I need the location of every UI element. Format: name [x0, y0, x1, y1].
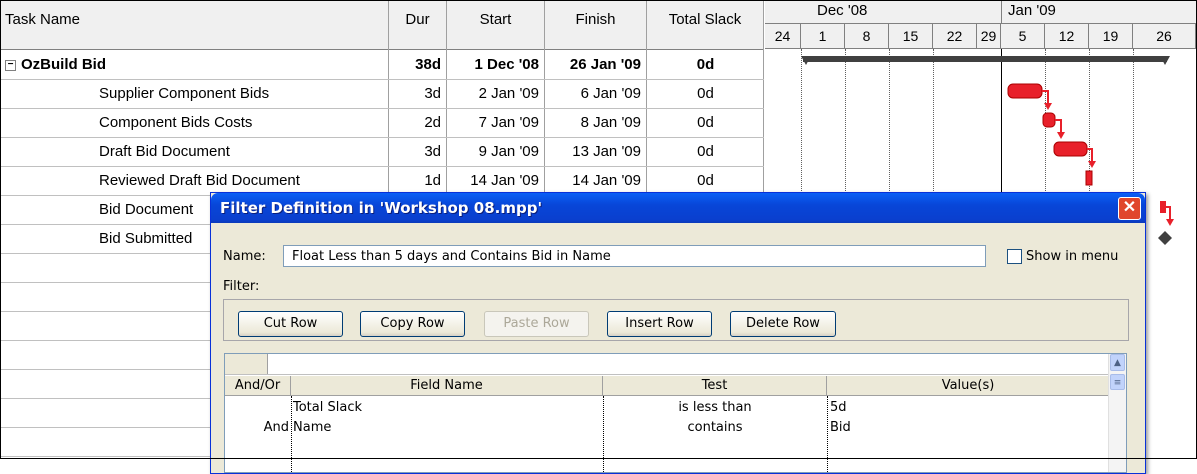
task-finish: 26 Jan '09: [569, 56, 641, 73]
filter-label: Filter:: [223, 279, 260, 294]
task-finish: 6 Jan '09: [580, 85, 641, 102]
show-in-menu-label[interactable]: Show in menu: [1026, 249, 1118, 264]
close-icon[interactable]: ✕: [1118, 197, 1141, 220]
table-header: Task Name Dur Start Finish Total Slack: [1, 1, 764, 50]
col-header-total-slack[interactable]: Total Slack: [647, 1, 764, 49]
table-row[interactable]: Supplier Component Bids 3d 2 Jan '09 6 J…: [1, 79, 764, 109]
task-bar[interactable]: [1160, 201, 1166, 213]
task-slack: 0d: [697, 143, 714, 160]
dialog-title: Filter Definition in 'Workshop 08.mpp': [220, 199, 543, 217]
task-name: Draft Bid Document: [99, 143, 230, 160]
value-cell[interactable]: Bid: [830, 418, 1100, 438]
test-cell[interactable]: contains: [603, 418, 827, 438]
col-header-and-or[interactable]: And/Or: [225, 376, 291, 396]
test-cell[interactable]: is less than: [603, 398, 827, 418]
col-header-values[interactable]: Value(s): [827, 376, 1110, 396]
summary-bar[interactable]: [803, 56, 1167, 62]
task-start: 14 Jan '09: [470, 172, 539, 189]
and-or-cell[interactable]: [225, 398, 289, 418]
filter-definition-dialog: Filter Definition in 'Workshop 08.mpp' ✕…: [210, 192, 1146, 474]
task-duration: 3d: [424, 85, 441, 102]
task-finish: 14 Jan '09: [572, 172, 641, 189]
table-row[interactable]: Draft Bid Document 3d 9 Jan '09 13 Jan '…: [1, 137, 764, 167]
col-header-task-name[interactable]: Task Name: [1, 1, 389, 49]
copy-row-button[interactable]: Copy Row: [360, 311, 465, 337]
col-header-duration[interactable]: Dur: [389, 1, 447, 49]
show-in-menu-checkbox[interactable]: [1007, 249, 1022, 264]
task-bar[interactable]: [1053, 141, 1088, 157]
dialog-titlebar[interactable]: Filter Definition in 'Workshop 08.mpp' ✕: [211, 193, 1145, 223]
task-slack: 0d: [696, 56, 715, 73]
task-slack: 0d: [697, 172, 714, 189]
table-row[interactable]: Component Bids Costs 2d 7 Jan '09 8 Jan …: [1, 108, 764, 138]
task-name: OzBuild Bid: [21, 56, 106, 73]
task-bar[interactable]: [1007, 83, 1043, 99]
insert-row-button[interactable]: Insert Row: [607, 311, 712, 337]
value-cell[interactable]: 5d: [830, 398, 1100, 418]
task-start: 9 Jan '09: [478, 143, 539, 160]
task-duration: 38d: [415, 56, 441, 73]
task-bar[interactable]: [1042, 112, 1056, 128]
task-duration: 1d: [424, 172, 441, 189]
col-header-finish[interactable]: Finish: [545, 1, 647, 49]
scroll-thumb[interactable]: ≡: [1110, 374, 1125, 390]
col-header-field-name[interactable]: Field Name: [291, 376, 603, 396]
table-row-summary[interactable]: − OzBuild Bid 38d 1 Dec '08 26 Jan '09 0d: [1, 50, 764, 80]
task-name: Supplier Component Bids: [99, 85, 270, 102]
task-slack: 0d: [697, 114, 714, 131]
task-name: Component Bids Costs: [99, 114, 253, 131]
paste-row-button[interactable]: Paste Row: [484, 311, 589, 337]
task-finish: 8 Jan '09: [580, 114, 641, 131]
filter-row-toolbar: Cut Row Copy Row Paste Row Insert Row De…: [223, 299, 1129, 341]
scroll-up-icon[interactable]: ▲: [1110, 354, 1125, 371]
task-start: 2 Jan '09: [478, 85, 539, 102]
task-slack: 0d: [697, 85, 714, 102]
col-header-start[interactable]: Start: [447, 1, 545, 49]
task-duration: 2d: [424, 114, 441, 131]
task-start: 1 Dec '08: [474, 56, 539, 73]
task-bar[interactable]: [1085, 170, 1093, 186]
filter-name-input[interactable]: Float Less than 5 days and Contains Bid …: [283, 245, 986, 267]
and-or-cell[interactable]: And: [225, 418, 289, 438]
field-name-cell[interactable]: Total Slack: [293, 398, 593, 418]
filter-criteria-grid[interactable]: And/Or Field Name Test Value(s) Total Sl…: [224, 353, 1127, 473]
delete-row-button[interactable]: Delete Row: [730, 311, 836, 337]
collapse-icon[interactable]: −: [5, 59, 16, 71]
cut-row-button[interactable]: Cut Row: [238, 311, 343, 337]
name-label: Name:: [223, 249, 266, 264]
task-duration: 3d: [424, 143, 441, 160]
grid-edit-bar[interactable]: [225, 354, 1110, 375]
field-name-cell[interactable]: Name: [293, 418, 593, 438]
grid-scrollbar[interactable]: ▲ ≡: [1108, 354, 1126, 472]
task-start: 7 Jan '09: [478, 114, 539, 131]
task-name: Reviewed Draft Bid Document: [99, 172, 300, 189]
milestone-diamond-icon[interactable]: [1158, 231, 1172, 245]
col-header-test[interactable]: Test: [603, 376, 827, 396]
task-finish: 13 Jan '09: [572, 143, 641, 160]
